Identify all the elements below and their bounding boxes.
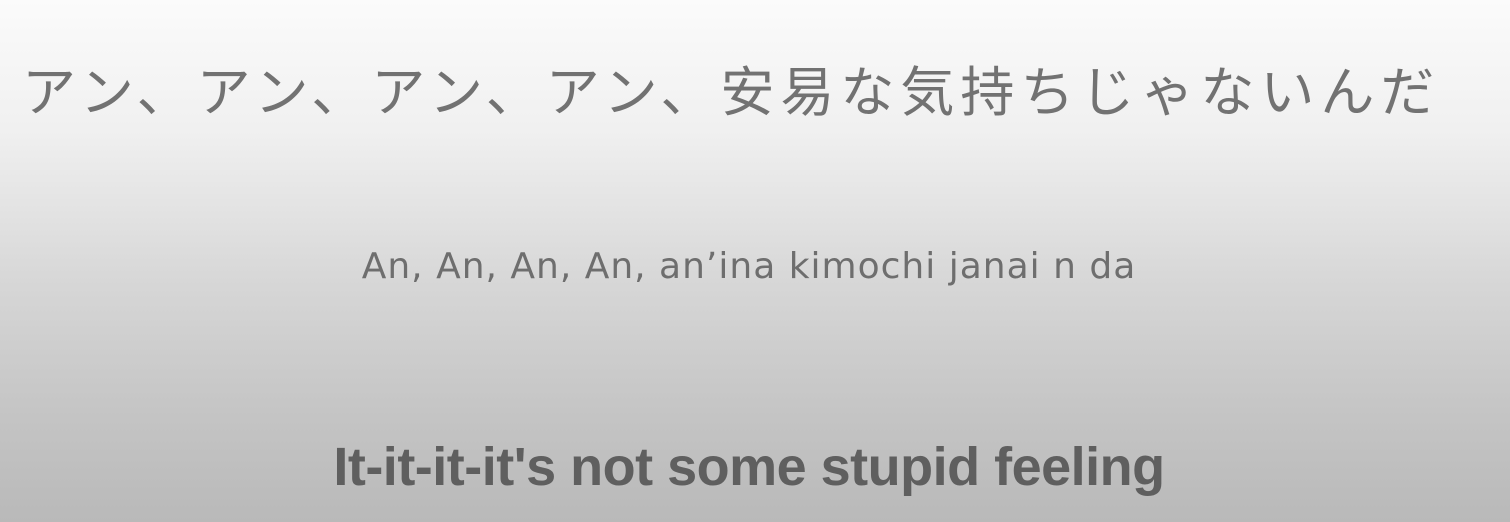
lyric-english-translation: It-it-it-it's not some stupid feeling xyxy=(333,437,1165,497)
lyric-japanese: アン、アン、アン、アン、安易な気持ちじゃないんだ xyxy=(22,61,1441,124)
lyric-romaji: An, An, An, An, an’ina kimochi janai n d… xyxy=(361,246,1137,287)
